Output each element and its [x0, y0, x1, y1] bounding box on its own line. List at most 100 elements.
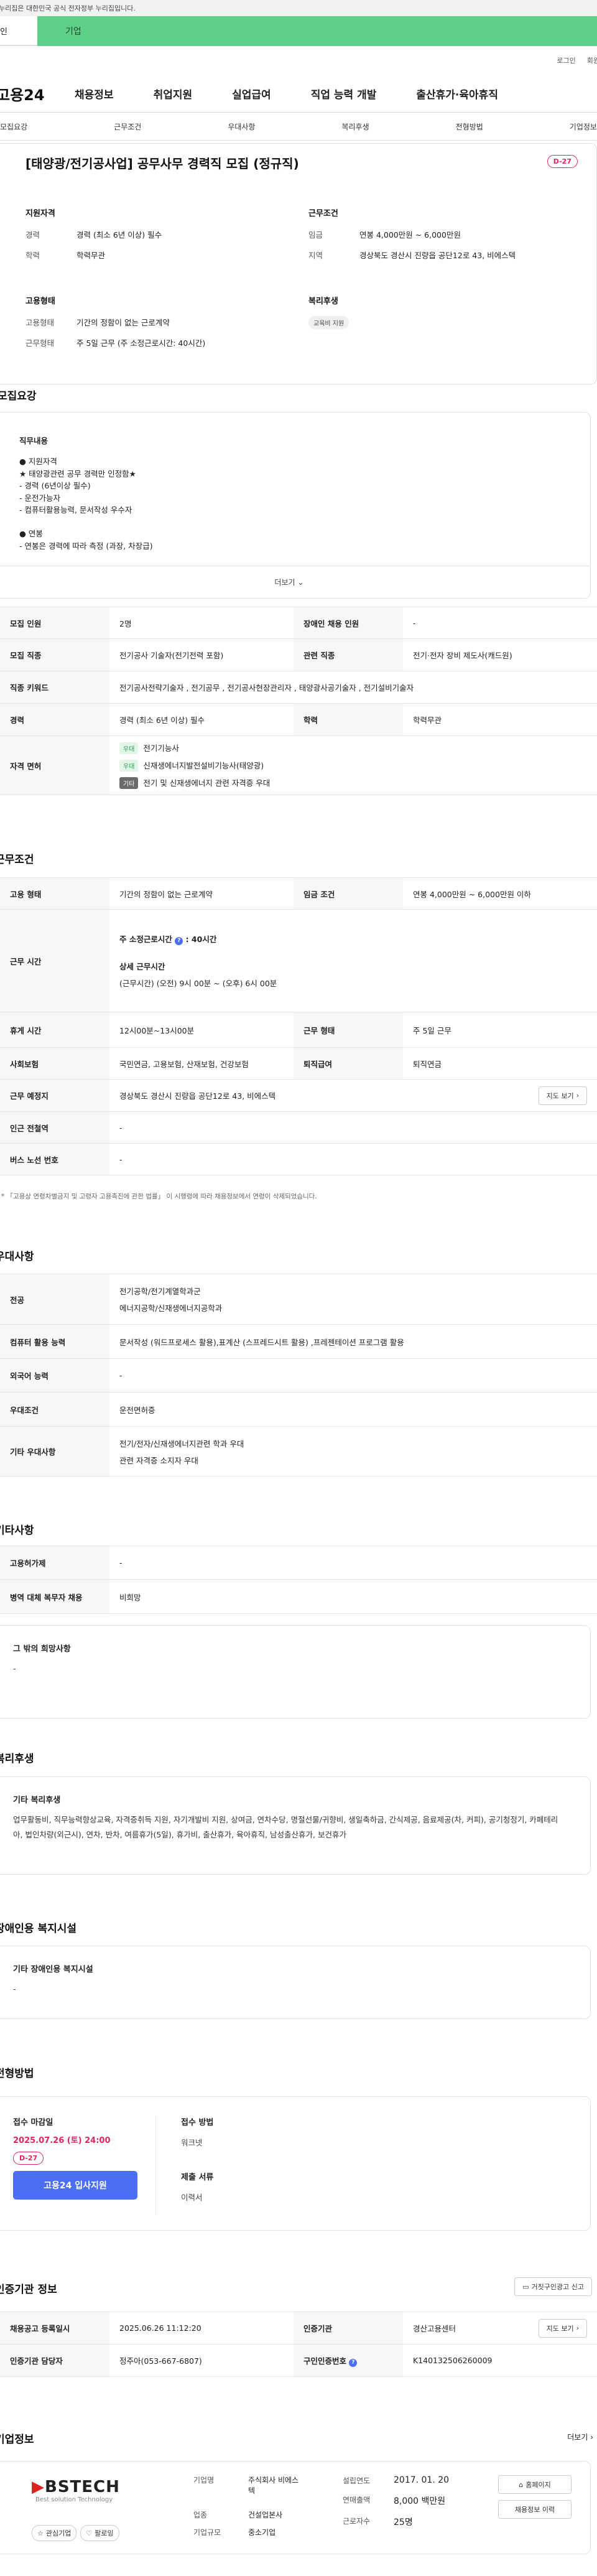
more-button[interactable]: 더보기 ⌄: [0, 566, 590, 598]
company-info-col2: 설립연도 2017. 01. 20 연매출액 8,000 백만원 근로자수 25명: [343, 2475, 449, 2528]
edu-table-value: 학력무관: [403, 703, 597, 736]
prefer-table: 전공 전기공학/전기계열학과군 에너지공학/신재생에너지공학과 컴퓨터 활용 능…: [0, 1274, 597, 1477]
job-desc-spacer: [19, 516, 590, 528]
cert-no-label: 구인인증번호: [303, 2356, 347, 2366]
follow-button[interactable]: ♡ 팔로잉: [80, 2525, 119, 2541]
job-desc-line: ★ 태양광관련 공무 경력만 인정함★: [19, 469, 136, 478]
anchor-welfare[interactable]: 복리후생: [341, 121, 369, 132]
edu-table-label: 학력: [294, 703, 403, 736]
company-more-label: 더보기: [567, 2433, 588, 2442]
gnb-unemployment[interactable]: 실업급여: [212, 86, 291, 101]
method-value: 워크넷: [181, 2138, 203, 2147]
deadline-label: 접수 마감일: [13, 2118, 53, 2127]
wage-value: 연봉 4,000만원 ~ 6,000만원: [359, 230, 461, 240]
conditions-table: 고용 형태 기간의 정함이 없는 근로계약 임금 조건 연봉 4,000만원 ~…: [0, 877, 597, 1175]
job-desc-line: ● 지원자격: [19, 457, 57, 467]
homepage-button[interactable]: ⌂ 홈페이지: [498, 2475, 572, 2494]
station-label: 인근 전철역: [0, 1111, 109, 1144]
map-button[interactable]: 지도 보기 ›: [538, 1086, 587, 1105]
summary-qualification: 지원자격 경력 경력 (최소 6년 이상) 필수 학력 학력무관: [25, 207, 308, 269]
report-button[interactable]: ▭ 거짓구인광고 신고: [514, 2277, 592, 2296]
others-section-title: 기타사항: [0, 1524, 34, 1537]
emp-type-label: 고용형태: [25, 318, 55, 327]
count-value: 2명: [109, 607, 294, 639]
job-history-button[interactable]: 채용정보 이력: [498, 2500, 572, 2519]
join-link[interactable]: 회원: [587, 55, 597, 65]
method-block: 접수 방법 워크넷 제출 서류 이력서: [156, 2116, 213, 2230]
company-more-link[interactable]: 더보기 ›: [567, 2432, 593, 2442]
tab-personal[interactable]: 인: [0, 16, 37, 46]
anchor-recruit[interactable]: 모집요강: [0, 121, 27, 132]
insurance-value: 국민연금, 고용보험, 산재보험, 건강보험: [109, 1047, 294, 1080]
job-category-value: 전기공사 기술자(전기전력 포함): [109, 638, 294, 671]
apply-button[interactable]: 고용24 입사지원: [13, 2171, 137, 2200]
industry-label: 업종: [193, 2510, 208, 2519]
company-links: ⌂ 홈페이지 채용정보 이력: [498, 2475, 572, 2519]
cert-map-button[interactable]: 지도 보기 ›: [538, 2318, 587, 2338]
company-box: ▶BSTECH Best solution Technology ☆ 관심기업 ♡…: [0, 2461, 591, 2554]
major-value: 에너지공학/신재생에너지공학과: [119, 1304, 223, 1313]
keyword-label: 직종 키워드: [0, 671, 109, 704]
anchor-prefer[interactable]: 우대사항: [228, 121, 255, 132]
license-name: 신재생에너지발전설비기능사(태양광): [143, 761, 264, 770]
report-button-label: 거짓구인광고 신고: [531, 2283, 584, 2291]
major-value: 전기공학/전기계열학과군: [119, 1287, 201, 1296]
cert-no-value: K140132506260009: [403, 2344, 597, 2377]
anchor-company[interactable]: 기업정보: [570, 121, 597, 132]
license-name: 전기기능사: [143, 744, 179, 753]
heart-icon: ♡: [86, 2529, 93, 2537]
summary-employment: 고용형태 고용형태 기간의 정함이 없는 근로계약 근무형태 주 5일 근무 (주 …: [25, 294, 308, 357]
gnb-jobs[interactable]: 채용정보: [47, 86, 134, 101]
company-logo-text: BSTECH: [45, 2478, 120, 2496]
home-icon: ⌂: [519, 2480, 524, 2489]
gnb-training[interactable]: 직업 능력 개발: [291, 86, 397, 101]
recruit-table: 모집 인원 2명 장애인 채용 인원 - 모집 직종 전기공사 기술자(전기전력…: [0, 607, 597, 795]
site-logo[interactable]: 고용24: [0, 83, 47, 105]
company-name-label: 기업명: [193, 2476, 215, 2485]
anchor-conditions[interactable]: 근무조건: [114, 121, 141, 132]
wage-table-value: 연봉 4,000만원 ~ 6,000만원 이하: [403, 877, 597, 910]
gov-notice-text: 누리집은 대한민국 공식 전자정부 누리집입니다.: [0, 4, 136, 12]
count-label: 모집 인원: [0, 607, 109, 639]
bus-value: -: [109, 1143, 597, 1175]
deadline-block: 접수 마감일 2025.07.26 (토) 24:00 D-27 고용24 입사…: [13, 2116, 156, 2215]
wish-box: 그 밖의 희망사항 -: [0, 1625, 591, 1719]
workplace-label: 근무 예정지: [0, 1079, 109, 1112]
cert-org-label: 인증기관: [294, 2312, 403, 2345]
info-icon[interactable]: ?: [175, 937, 183, 945]
chevron-right-icon: ›: [576, 2324, 579, 2332]
dday-badge: D-27: [547, 155, 578, 168]
global-nav: 고용24 채용정보 취업지원 실업급여 직업 능력 개발 출산휴가·육아휴직: [0, 75, 597, 112]
chevron-right-icon: ›: [576, 1091, 579, 1099]
info-icon[interactable]: ?: [349, 2358, 358, 2367]
employment-heading: 고용형태: [25, 297, 55, 306]
login-link[interactable]: 로그인: [557, 55, 575, 65]
job-desc-line: - 연봉은 경력에 따라 측정 (과장, 차장급): [19, 541, 153, 551]
region-label: 지역: [308, 251, 323, 260]
hours-label: 근무 시간: [0, 909, 109, 1012]
sales-label: 연매출액: [343, 2496, 371, 2504]
prefer-etc-value: 전기/전자/신재생에너지관련 학과 우대: [119, 1439, 244, 1449]
permit-value: -: [109, 1546, 597, 1580]
related-job-label: 관련 직종: [294, 638, 403, 671]
prefer-etc-cell: 전기/전자/신재생에너지관련 학과 우대 관련 자격증 소지자 우대: [109, 1426, 597, 1477]
tab-company[interactable]: 기업: [37, 16, 597, 46]
prefer-condition-value: 운전면허증: [109, 1392, 597, 1427]
emp-type-value: 기간의 정함이 없는 근로계약: [76, 318, 170, 327]
recruit-section-title: 모집요강: [0, 390, 37, 403]
disab-section-title: 장애인용 복지시설: [0, 1923, 77, 1935]
interest-button[interactable]: ☆ 관심기업: [32, 2525, 77, 2541]
military-value: 비희망: [109, 1579, 597, 1614]
company-size-label: 기업규모: [193, 2528, 221, 2537]
permit-label: 고용허가제: [0, 1546, 109, 1580]
gnb-leave[interactable]: 출산휴가·육아휴직: [396, 86, 518, 101]
company-name-value-cont: 텍: [248, 2486, 256, 2495]
founded-value: 2017. 01. 20: [394, 2475, 450, 2485]
disabled-count-label: 장애인 채용 인원: [294, 607, 403, 639]
company-name-value: 주식회사 비에스: [248, 2476, 299, 2485]
gnb-employment-support[interactable]: 취업지원: [134, 86, 213, 101]
job-title: [태양광/전기공사업] 공무사무 경력직 모집 (정규직): [25, 156, 299, 171]
more-label: 더보기: [274, 578, 295, 587]
anchor-process[interactable]: 전형방법: [456, 121, 483, 132]
employees-label: 근로자수: [343, 2517, 371, 2526]
